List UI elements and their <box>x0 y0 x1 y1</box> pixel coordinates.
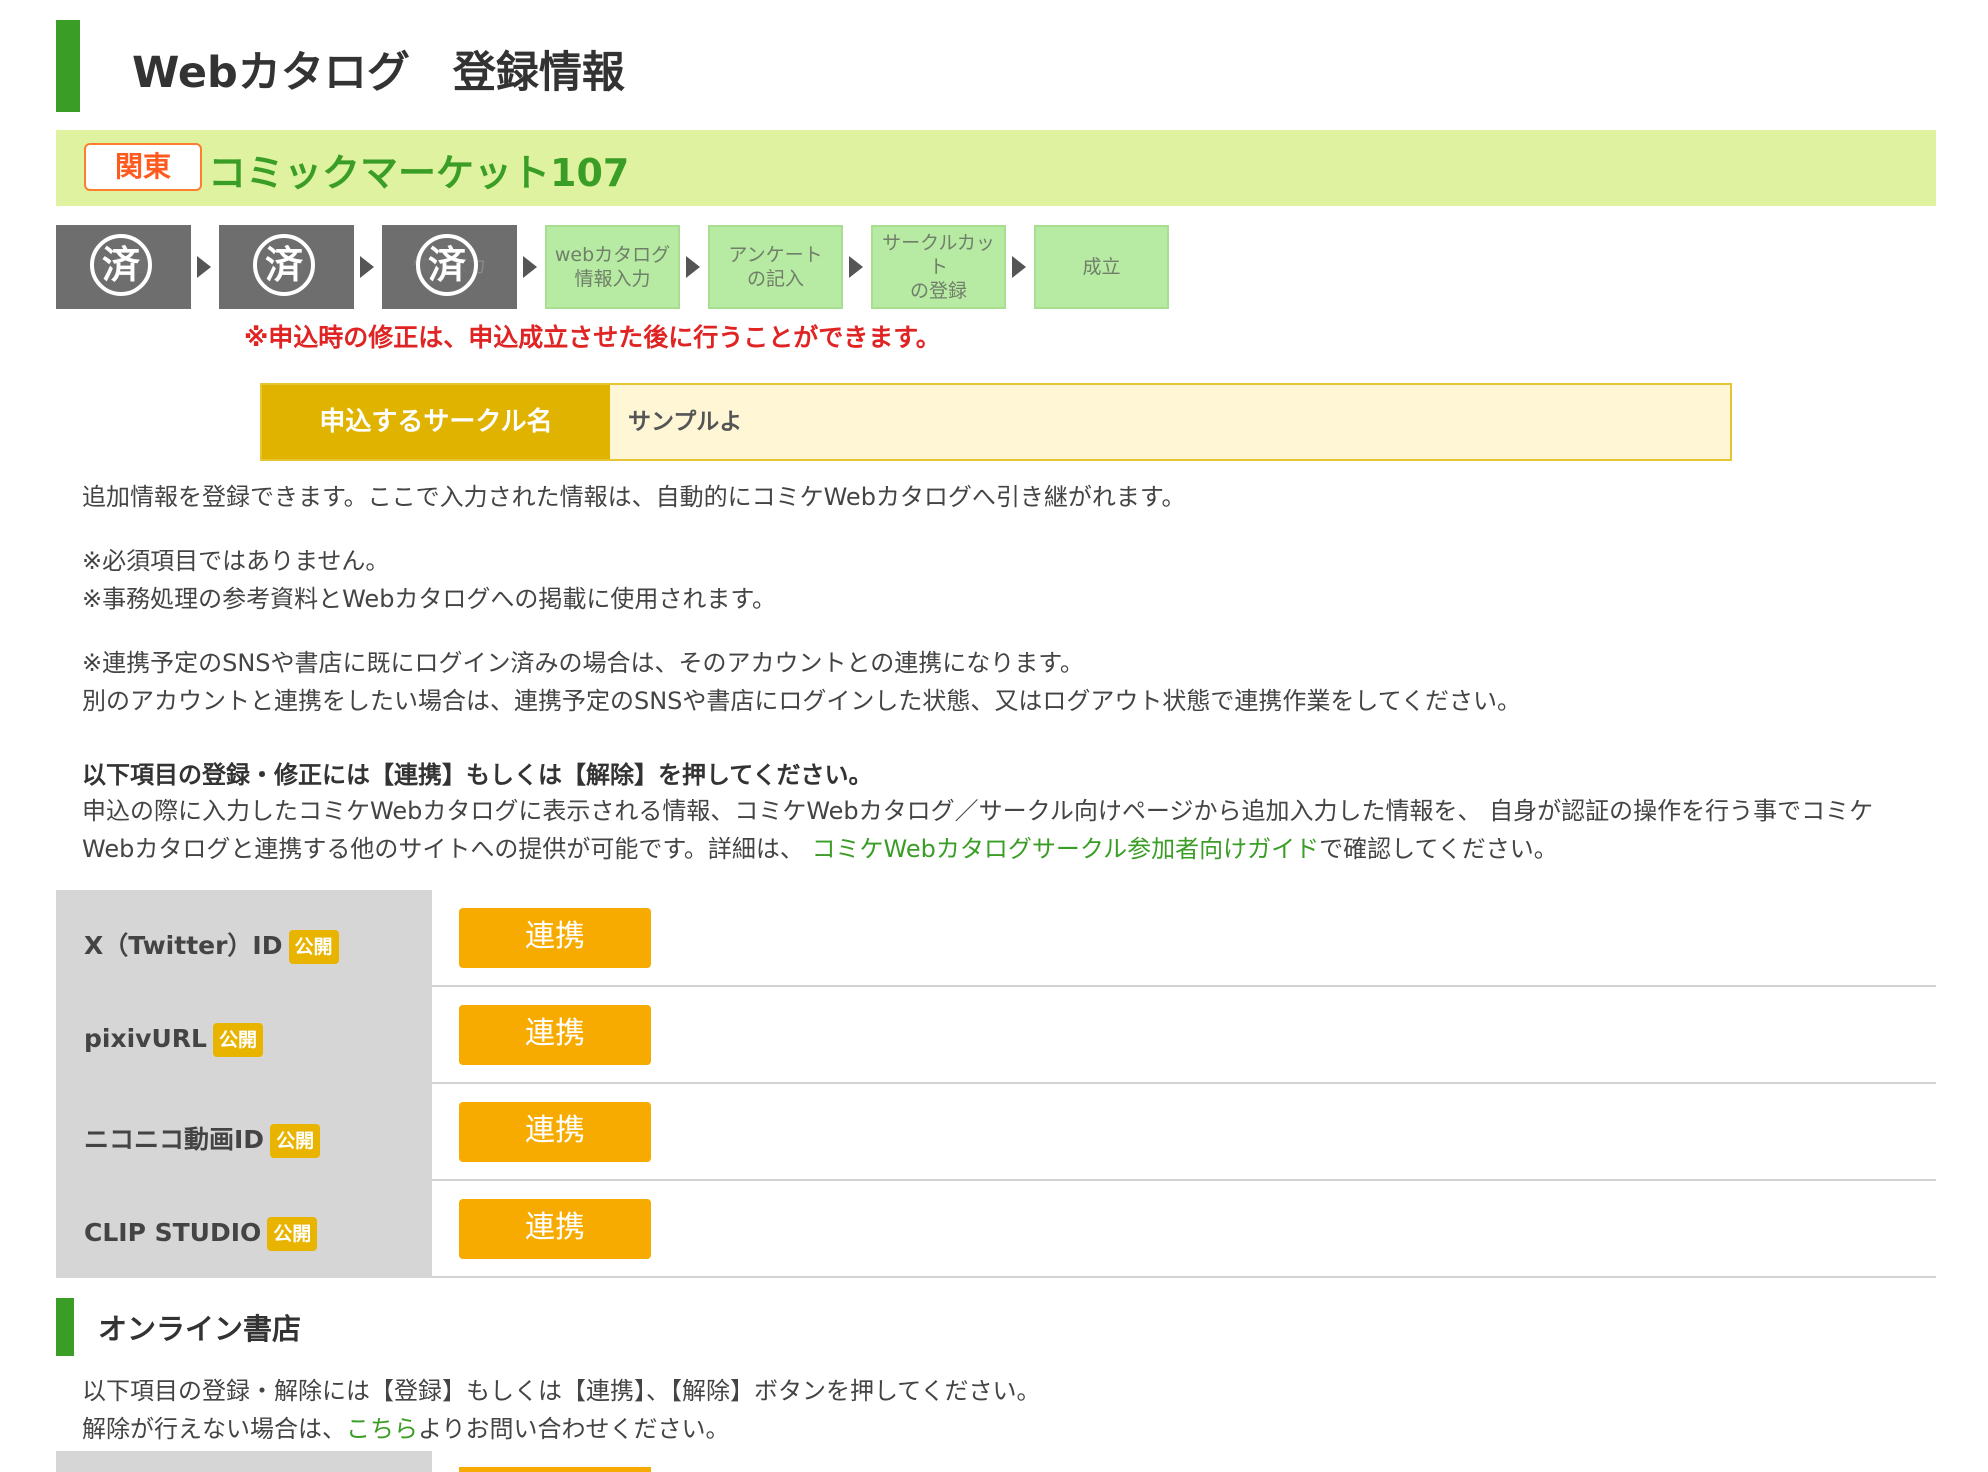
public-badge: 公開 <box>288 930 339 964</box>
sns-label-cell: pixivURL 公開 <box>56 987 432 1084</box>
contact-link[interactable]: こちら <box>346 1415 418 1443</box>
online-store-heading: オンライン書店 <box>98 1312 302 1346</box>
step-label: webカタログ 情報入力 <box>554 244 671 290</box>
step-arrow-icon <box>523 256 537 278</box>
link-button-niconico[interactable]: 連携 <box>459 1102 651 1162</box>
guide-heading: 以下項目の登録・修正には【連携】もしくは【解除】を押してください。 <box>82 756 873 794</box>
sns-name: X（Twitter）ID <box>84 931 283 960</box>
guide-link[interactable]: コミケWebカタログサークル参加者向けガイド <box>812 835 1320 863</box>
sns-label: CLIP STUDIO 公開 <box>84 1217 318 1251</box>
done-mark-icon: 済 <box>253 234 315 296</box>
link-button-clip-studio[interactable]: 連携 <box>459 1199 651 1259</box>
step-arrow-icon <box>197 256 211 278</box>
region-badge: 関東 <box>84 143 202 191</box>
store-label-cell <box>56 1451 432 1472</box>
step-label: サークルカット の登録 <box>882 232 995 302</box>
note-login: ※連携予定のSNSや書店に既にログイン済みの場合は、そのアカウントとの連携になり… <box>82 649 1084 677</box>
public-badge: 公開 <box>212 1023 263 1057</box>
note-usage: ※事務処理の参考資料とWebカタログへの掲載に使用されます。 <box>82 585 777 613</box>
edit-warning: ※申込時の修正は、申込成立させた後に行うことができます。 <box>244 323 941 352</box>
sns-label: pixivURL 公開 <box>84 1023 263 1057</box>
link-button-twitter[interactable]: 連携 <box>459 908 651 968</box>
guide-heading-text: 以下項目の登録・修正には【連携】もしくは【解除】を押してください。 <box>82 761 873 789</box>
note-optional: ※必須項目ではありません。 <box>82 547 390 575</box>
step-7: 成立 <box>1034 225 1169 309</box>
link-button-pixiv[interactable]: 連携 <box>459 1005 651 1065</box>
note-other-account: 別のアカウントと連携をしたい場合は、連携予定のSNSや書店にログインした状態、又… <box>82 687 1521 715</box>
page-title-bar: Webカタログ 登録情報 <box>56 20 1936 112</box>
event-name: コミックマーケット107 <box>208 151 630 195</box>
public-badge: 公開 <box>270 1124 321 1158</box>
table-row: pixivURL 公開 連携 <box>56 987 1936 1084</box>
step-arrow-icon <box>849 256 863 278</box>
sns-label-cell: X（Twitter）ID 公開 <box>56 890 432 987</box>
step-label: アンケート の記入 <box>728 244 823 290</box>
event-banner: 関東 コミックマーケット107 <box>56 130 1936 206</box>
sns-label-cell: CLIP STUDIO 公開 <box>56 1181 432 1278</box>
sns-label: X（Twitter）ID 公開 <box>84 926 339 964</box>
online-store-instructions: 以下項目の登録・解除には【登録】もしくは【連携】、【解除】ボタンを押してください… <box>82 1377 1041 1405</box>
guide-text: 申込の際に入力したコミケWebカタログに表示される情報、コミケWebカタログ／サ… <box>82 792 1922 868</box>
step-arrow-icon <box>360 256 374 278</box>
step-2: 入力 済 <box>219 225 354 309</box>
guide-text-after: で確認してください。 <box>1319 835 1558 863</box>
online-store-section-heading: オンライン書店 <box>56 1298 301 1356</box>
sns-name: CLIP STUDIO <box>84 1218 262 1247</box>
store-button[interactable] <box>459 1467 651 1472</box>
done-mark-icon: 済 <box>416 234 478 296</box>
table-row: ニコニコ動画ID 公開 連携 <box>56 1084 1936 1181</box>
sns-label-cell: ニコニコ動画ID 公開 <box>56 1084 432 1181</box>
sns-label: ニコニコ動画ID 公開 <box>84 1120 321 1158</box>
step-5: アンケート の記入 <box>708 225 843 309</box>
contact-text-after: よりお問い合わせください。 <box>418 1415 730 1443</box>
table-row: CLIP STUDIO 公開 連携 <box>56 1181 1936 1278</box>
sns-name: pixivURL <box>84 1024 207 1053</box>
step-6: サークルカット の登録 <box>871 225 1006 309</box>
table-row: X（Twitter）ID 公開 連携 <box>56 890 1936 987</box>
circle-name-value: サンプルよ <box>628 409 743 435</box>
step-label: 成立 <box>1082 256 1121 278</box>
step-4: webカタログ 情報入力 <box>545 225 680 309</box>
online-store-contact: 解除が行えない場合は、こちらよりお問い合わせください。 <box>82 1410 730 1448</box>
step-1: 申込書 済 <box>56 225 191 309</box>
intro-text: 追加情報を登録できます。ここで入力された情報は、自動的にコミケWebカタログへ引… <box>82 483 1186 511</box>
step-3: 情報入力 済 <box>382 225 517 309</box>
page-title: Webカタログ 登録情報 <box>132 48 625 98</box>
sns-name: ニコニコ動画ID <box>84 1125 265 1154</box>
circle-name-row: 申込するサークル名 サンプルよ <box>260 383 1732 461</box>
step-arrow-icon <box>686 256 700 278</box>
circle-name-label: 申込するサークル名 <box>262 385 610 459</box>
public-badge: 公開 <box>267 1217 318 1251</box>
done-mark-icon: 済 <box>90 234 152 296</box>
contact-text-before: 解除が行えない場合は、 <box>82 1415 346 1443</box>
step-arrow-icon <box>1012 256 1026 278</box>
